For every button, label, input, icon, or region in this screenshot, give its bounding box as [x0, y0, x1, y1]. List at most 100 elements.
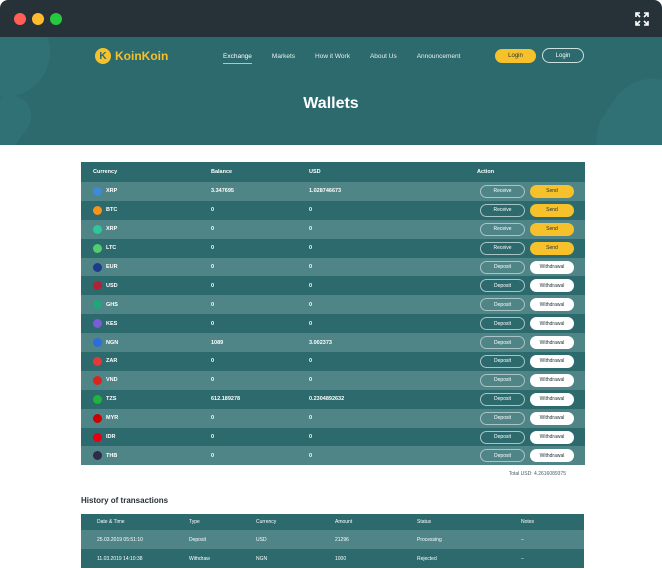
- nav-item-how-it-work[interactable]: How it Work: [315, 53, 350, 60]
- receive-button[interactable]: Receive: [480, 222, 525, 236]
- header-balance: Balance: [211, 169, 233, 175]
- usd-cell: 0: [309, 245, 313, 252]
- send-button[interactable]: Send: [530, 203, 574, 217]
- deposit-button[interactable]: Deposit: [480, 430, 525, 444]
- receive-button[interactable]: Receive: [480, 203, 525, 217]
- ghs-icon: [93, 300, 102, 310]
- login-button[interactable]: Login: [495, 49, 536, 63]
- action-cell: Deposit Withdrawal: [465, 449, 585, 463]
- receive-button[interactable]: Receive: [480, 241, 525, 255]
- withdrawal-button[interactable]: Withdrawal: [530, 298, 574, 312]
- balance-cell: 0: [211, 452, 215, 459]
- action-cell: Receive Send: [465, 203, 585, 217]
- currency-cell: XRP: [81, 224, 199, 234]
- usd-cell: 0: [309, 377, 313, 384]
- deposit-button[interactable]: Deposit: [480, 354, 525, 368]
- currency-code: THB: [106, 452, 118, 459]
- deposit-button[interactable]: Deposit: [480, 392, 525, 406]
- withdrawal-button[interactable]: Withdrawal: [530, 279, 574, 293]
- withdrawal-button[interactable]: Withdrawal: [530, 373, 574, 387]
- table-row: XRP 0 0 Receive Send: [81, 219, 585, 239]
- table-row: THB 0 0 Deposit Withdrawal: [81, 446, 585, 466]
- maximize-window-button[interactable]: [50, 13, 62, 25]
- nav-item-markets[interactable]: Markets: [272, 53, 295, 60]
- history-cell: 21296: [335, 536, 349, 543]
- withdrawal-button[interactable]: Withdrawal: [530, 411, 574, 425]
- history-table: Date & Time Type Currency Amount Status Notes…: [81, 514, 584, 568]
- withdrawal-button[interactable]: Withdrawal: [530, 392, 574, 406]
- action-cell: Deposit Withdrawal: [465, 373, 585, 387]
- table-row: LTC 0 0 Receive Send: [81, 238, 585, 258]
- currency-code: VND: [106, 377, 118, 384]
- balance-cell: 0: [211, 245, 215, 252]
- history-header-type: Type: [189, 519, 200, 525]
- currency-code: MYR: [106, 415, 119, 422]
- history-header-date-time: Date & Time: [97, 519, 125, 525]
- currency-cell: MYR: [81, 413, 199, 423]
- main-nav: Exchange Markets How it Work About Us Announ…: [223, 53, 480, 64]
- currency-code: EUR: [106, 264, 118, 270]
- withdrawal-button[interactable]: Withdrawal: [530, 317, 574, 331]
- nav-item-about-us[interactable]: About Us: [370, 53, 397, 60]
- send-button[interactable]: Send: [530, 184, 574, 198]
- currency-cell: ZAR: [81, 356, 199, 366]
- action-cell: Deposit Withdrawal: [465, 298, 585, 312]
- action-cell: Deposit Withdrawal: [465, 354, 585, 368]
- history-cell: Processing: [417, 536, 442, 543]
- table-row: IDR 0 0 Deposit Withdrawal: [81, 427, 585, 447]
- deposit-button[interactable]: Deposit: [480, 449, 525, 463]
- deposit-button[interactable]: Deposit: [480, 317, 525, 331]
- deposit-button[interactable]: Deposit: [480, 411, 525, 425]
- close-window-button[interactable]: [14, 13, 26, 25]
- withdrawal-button[interactable]: Withdrawal: [530, 260, 574, 274]
- xrp-icon: [93, 186, 102, 196]
- action-cell: Deposit Withdrawal: [465, 279, 585, 293]
- currency-code: ZAR: [106, 358, 118, 365]
- history-cell: NGN: [256, 555, 268, 562]
- table-row: TZS 612.189278 0.2304892632 Deposit Withdraw…: [81, 389, 585, 409]
- balance-cell: 0: [211, 301, 215, 308]
- usd-cell: 1.028746673: [309, 188, 342, 195]
- withdrawal-button[interactable]: Withdrawal: [530, 354, 574, 368]
- brand-logo[interactable]: K KoinKoin: [95, 48, 168, 64]
- send-button[interactable]: Send: [530, 222, 574, 236]
- history-cell: –: [521, 555, 524, 562]
- ngn-icon: [93, 338, 102, 348]
- deposit-button[interactable]: Deposit: [480, 298, 525, 312]
- currency-cell: NGN: [81, 338, 199, 348]
- deposit-button[interactable]: Deposit: [480, 279, 525, 293]
- id-flag-icon: [93, 432, 102, 442]
- deposit-button[interactable]: Deposit: [480, 336, 525, 350]
- receive-button[interactable]: Receive: [480, 184, 525, 198]
- currency-cell: XRP: [81, 186, 199, 196]
- table-row: USD 0 0 Deposit Withdrawal: [81, 276, 585, 296]
- send-button[interactable]: Send: [530, 241, 574, 255]
- nav-item-announcement[interactable]: Announcement: [417, 53, 461, 60]
- balance-cell: 1089: [211, 339, 224, 346]
- expand-icon[interactable]: [634, 11, 650, 27]
- table-row: XRP 3.347695 1.028746673 Receive Send: [81, 182, 585, 201]
- page-title: Wallets: [303, 95, 359, 112]
- withdrawal-button[interactable]: Withdrawal: [530, 430, 574, 444]
- history-header-amount: Amount: [335, 519, 353, 525]
- minimize-window-button[interactable]: [32, 13, 44, 25]
- currency-code: BTC: [106, 207, 118, 214]
- currency-code: TZS: [106, 396, 117, 403]
- history-row[interactable]: 11.03.2019 14:10:38 Withdraw NGN 1000 Reject…: [81, 549, 584, 568]
- header-usd: USD: [309, 169, 321, 175]
- action-cell: Deposit Withdrawal: [465, 430, 585, 444]
- eu-flag-icon: [93, 262, 102, 272]
- withdrawal-button[interactable]: Withdrawal: [530, 449, 574, 463]
- deposit-button[interactable]: Deposit: [480, 260, 525, 274]
- history-title: History of transactions: [81, 496, 169, 505]
- currency-code: XRP: [106, 226, 118, 233]
- deposit-button[interactable]: Deposit: [480, 373, 525, 387]
- withdrawal-button[interactable]: Withdrawal: [530, 336, 574, 350]
- login-outline-button[interactable]: Login: [542, 48, 584, 63]
- currency-cell: BTC: [81, 205, 199, 215]
- nav-item-exchange[interactable]: Exchange: [223, 53, 252, 64]
- history-row[interactable]: 25.03.2019 05:51:10 Deposit USD 21296 Proces…: [81, 530, 584, 549]
- currency-code: KES: [106, 320, 118, 327]
- tz-flag-icon: [93, 394, 102, 404]
- action-cell: Deposit Withdrawal: [465, 336, 585, 350]
